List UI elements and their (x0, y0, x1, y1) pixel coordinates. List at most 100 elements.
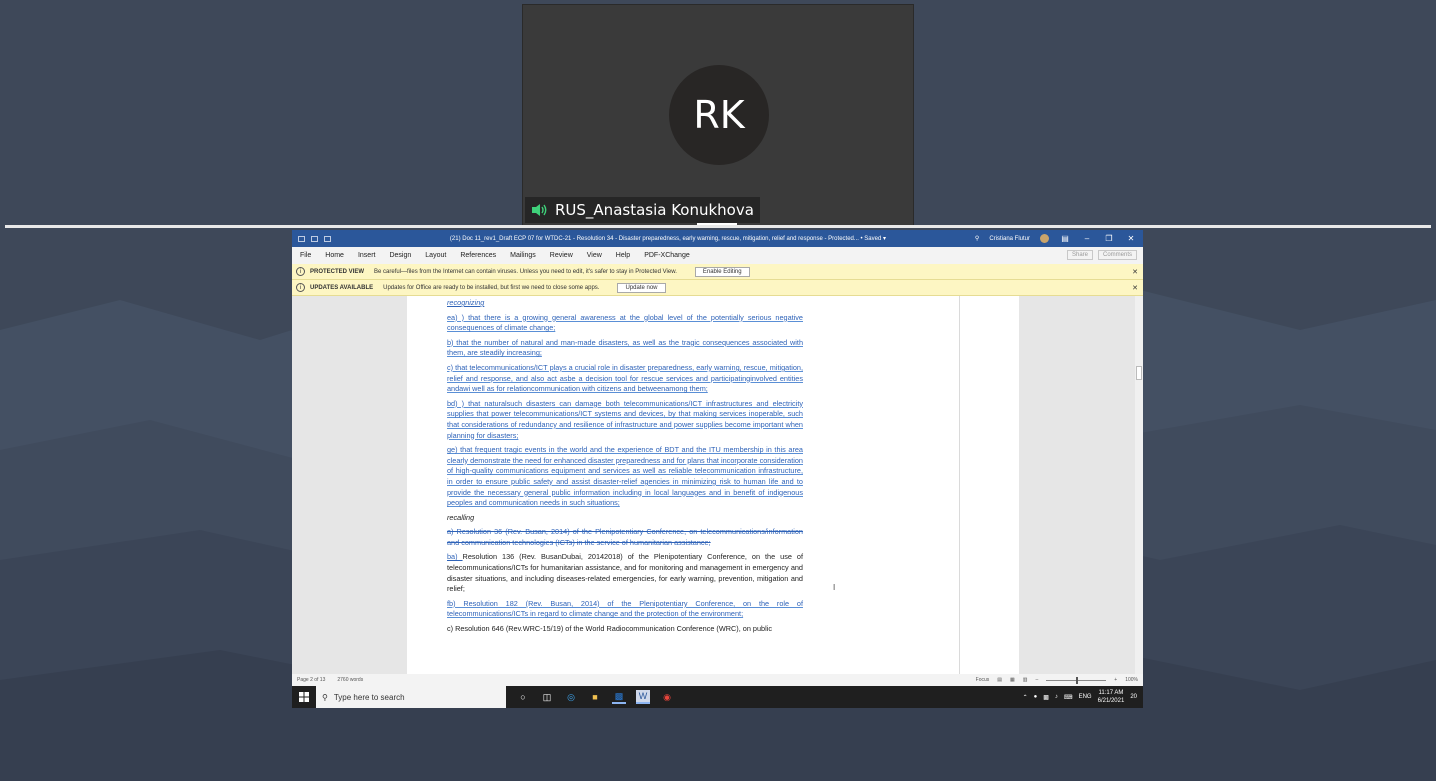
notification-badge[interactable]: 20 (1130, 694, 1137, 700)
tab-file[interactable]: File (300, 252, 311, 259)
zoom-slider[interactable] (1046, 676, 1107, 684)
close-protected-bar-icon[interactable]: ✕ (1132, 268, 1138, 276)
info-icon: i (296, 283, 305, 292)
print-layout-icon[interactable]: ▦ (1010, 677, 1015, 683)
enable-editing-button[interactable]: Enable Editing (694, 266, 750, 277)
keyboard-icon[interactable]: ⌨ (1064, 694, 1073, 701)
paragraph-c: c) that telecommunications/ICT plays a c… (447, 362, 803, 394)
restore-icon[interactable]: ❐ (1103, 234, 1115, 243)
paragraph-e: ge) that frequent tragic events in the w… (447, 445, 803, 508)
share-button[interactable]: Share (1066, 250, 1093, 260)
document-canvas[interactable]: recognizing ea) ) that there is a growin… (292, 296, 1143, 674)
tab-pdf-xchange[interactable]: PDF-XChange (644, 252, 690, 259)
clock[interactable]: 11:17 AM 6/21/2021 (1098, 689, 1125, 705)
tab-layout[interactable]: Layout (425, 252, 446, 259)
ribbon-display-icon[interactable]: ▤ (1059, 234, 1071, 243)
language-indicator[interactable]: ENG (1079, 694, 1092, 700)
focus-button[interactable]: Focus (976, 677, 990, 683)
heading-recognizing: recognizing (447, 298, 485, 307)
zoom-level[interactable]: 100% (1125, 677, 1138, 683)
clock-date: 6/21/2021 (1097, 698, 1125, 704)
participant-name: RUS_Anastasia Konukhova (555, 201, 754, 219)
save-icon[interactable] (311, 235, 318, 242)
tab-help[interactable]: Help (616, 252, 630, 259)
document-body[interactable]: recognizing ea) ) that there is a growin… (447, 298, 803, 639)
search-icon[interactable]: ⚲ (975, 235, 979, 242)
web-layout-icon[interactable]: ▥ (1023, 677, 1028, 683)
outlook-icon[interactable]: ▩ (612, 690, 626, 704)
close-icon[interactable]: ✕ (1125, 234, 1137, 243)
system-tray: ⌃ ● ▩ ♪ ⌨ ENG 11:17 AM 6/21/2021 20 (1023, 689, 1143, 705)
recalling-b-prefix: ba) (447, 552, 463, 562)
zoom-in-icon[interactable]: + (1114, 677, 1117, 683)
shared-screen[interactable]: (21) Doc 11_rev1_Draft ECP 07 for WTDC-2… (292, 230, 1143, 708)
recalling-a: a) Resolution 36 (Rev. Busan, 2014) of t… (447, 527, 803, 547)
user-name: Cristiana Flutur (989, 235, 1030, 242)
network-icon[interactable]: ▩ (1043, 694, 1049, 701)
start-button[interactable] (292, 686, 316, 708)
close-updates-bar-icon[interactable]: ✕ (1132, 284, 1138, 292)
recalling-c: fb) Resolution 182 (Rev. Busan, 2014) of… (447, 598, 803, 619)
status-bar: Page 2 of 13 2760 words Focus ▤ ▦ ▥ – + … (292, 674, 1143, 686)
tab-references[interactable]: References (460, 252, 496, 259)
updates-bar: i UPDATES AVAILABLE Updates for Office a… (292, 280, 1143, 296)
protected-view-bar: i PROTECTED VIEW Be careful—files from t… (292, 264, 1143, 280)
vertical-scrollbar[interactable] (1135, 296, 1143, 674)
protected-view-label: PROTECTED VIEW (310, 268, 365, 275)
word-count[interactable]: 2760 words (337, 677, 363, 683)
word-icon[interactable]: W (636, 690, 650, 704)
tab-home[interactable]: Home (325, 252, 344, 259)
taskbar-search[interactable]: ⚲ Type here to search (316, 686, 506, 708)
page-margin-line (959, 296, 960, 674)
participant-name-tag: RUS_Anastasia Konukhova (525, 197, 760, 223)
clock-time: 11:17 AM (1098, 690, 1124, 696)
chrome-icon[interactable]: ◉ (660, 690, 674, 704)
updates-label: UPDATES AVAILABLE (310, 284, 374, 291)
read-mode-icon[interactable]: ▤ (997, 677, 1002, 683)
zoom-out-icon[interactable]: – (1036, 677, 1039, 683)
user-avatar[interactable] (1040, 234, 1049, 243)
chevron-up-icon[interactable]: ⌃ (1023, 694, 1028, 701)
undo-icon[interactable] (324, 235, 331, 242)
search-icon: ⚲ (322, 692, 328, 702)
paragraph-b: b) that the number of natural and man-ma… (447, 337, 803, 358)
autosave-icon[interactable] (298, 235, 305, 242)
tab-view[interactable]: View (587, 252, 602, 259)
recalling-b: ba) Resolution 136 (Rev. BusanDubai, 201… (447, 552, 803, 594)
quick-access-toolbar (298, 235, 331, 242)
tab-insert[interactable]: Insert (358, 252, 376, 259)
edge-icon[interactable]: ◎ (564, 690, 578, 704)
windows-icon (299, 692, 309, 702)
stage-divider (5, 225, 1431, 228)
recalling-d: c) Resolution 646 (Rev.WRC-15/19) of the… (447, 624, 772, 634)
paragraph-a: ea) ) that there is a growing general aw… (447, 312, 803, 333)
ribbon-tabs: File Home Insert Design Layout Reference… (292, 247, 1143, 264)
cortana-icon[interactable]: ○ (516, 690, 530, 704)
page-count[interactable]: Page 2 of 13 (297, 677, 325, 683)
participant-tile[interactable]: RK RUS_Anastasia Konukhova (522, 4, 914, 226)
paragraph-d: bd) ) that naturalsuch disasters can dam… (447, 398, 803, 440)
text-cursor-icon: I (833, 583, 836, 592)
shield-info-icon: i (296, 267, 305, 276)
updates-message: Updates for Office are ready to be insta… (383, 284, 600, 291)
comments-button[interactable]: Comments (1097, 250, 1137, 260)
mic-icon[interactable]: ● (1034, 694, 1038, 700)
scrollbar-thumb[interactable] (1136, 366, 1142, 380)
document-title: (21) Doc 11_rev1_Draft ECP 07 for WTDC-2… (449, 236, 886, 242)
protected-view-message: Be careful—files from the Internet can c… (374, 268, 677, 275)
windows-taskbar: ⚲ Type here to search ○ ◫ ◎ ■ ▩ W ◉ ⌃ ● … (292, 686, 1143, 708)
taskbar-search-placeholder: Type here to search (333, 692, 405, 702)
volume-icon[interactable]: ♪ (1055, 694, 1058, 700)
tab-mailings[interactable]: Mailings (510, 252, 536, 259)
file-explorer-icon[interactable]: ■ (588, 690, 602, 704)
tab-review[interactable]: Review (550, 252, 573, 259)
participant-avatar: RK (669, 65, 769, 165)
task-view-icon[interactable]: ◫ (540, 690, 554, 704)
document-page[interactable]: recognizing ea) ) that there is a growin… (407, 296, 1019, 674)
update-now-button[interactable]: Update now (617, 282, 666, 293)
tab-design[interactable]: Design (389, 252, 411, 259)
word-titlebar: (21) Doc 11_rev1_Draft ECP 07 for WTDC-2… (292, 230, 1143, 247)
speaker-active-icon (532, 204, 547, 216)
minimize-icon[interactable]: – (1081, 234, 1093, 243)
heading-recalling: recalling (447, 512, 475, 522)
